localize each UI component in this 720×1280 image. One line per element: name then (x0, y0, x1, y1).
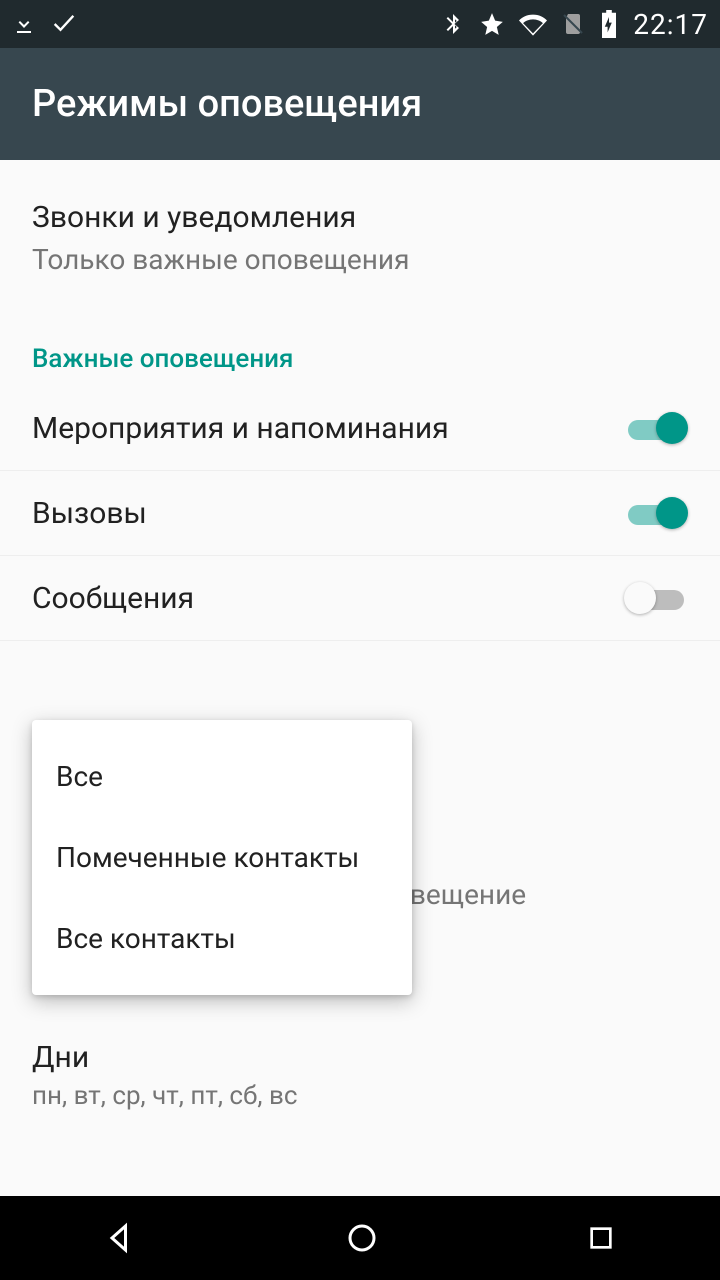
setting-title: Мероприятия и напоминания (32, 411, 449, 446)
setting-title: Вызовы (32, 496, 147, 531)
bluetooth-icon (441, 12, 465, 36)
status-bar: 22:17 (0, 0, 720, 48)
battery-charging-icon (599, 10, 619, 38)
setting-title: Звонки и уведомления (32, 200, 688, 235)
setting-days[interactable]: Дни пн, вт, ср, чт, пт, сб, вс (32, 1040, 297, 1111)
settings-list: Звонки и уведомления Только важные опове… (0, 160, 720, 641)
toggle-calls[interactable] (624, 495, 688, 531)
wifi-icon (519, 10, 547, 38)
recents-button[interactable] (585, 1222, 617, 1254)
setting-calls[interactable]: Вызовы (0, 471, 720, 556)
popup-option-all-contacts[interactable]: Все контакты (32, 898, 412, 979)
setting-messages[interactable]: Сообщения (0, 556, 720, 641)
clock-time: 22:17 (633, 8, 708, 41)
star-icon (479, 11, 505, 37)
setting-title: Сообщения (32, 581, 194, 616)
contacts-filter-popup: Все Помеченные контакты Все контакты (32, 720, 412, 995)
app-bar: Режимы оповещения (0, 48, 720, 160)
no-sim-icon (561, 12, 585, 36)
back-button[interactable] (103, 1220, 139, 1256)
setting-title: Дни (32, 1040, 297, 1075)
toggle-events[interactable] (624, 410, 688, 446)
popup-option-starred[interactable]: Помеченные контакты (32, 817, 412, 898)
download-icon (12, 12, 36, 36)
setting-calls-and-notifications[interactable]: Звонки и уведомления Только важные опове… (0, 160, 720, 304)
setting-events-reminders[interactable]: Мероприятия и напоминания (0, 386, 720, 471)
play-verified-icon (50, 10, 78, 38)
page-title: Режимы оповещения (32, 82, 422, 126)
setting-subtitle: Только важные оповещения (32, 243, 688, 276)
toggle-messages[interactable] (624, 580, 688, 616)
popup-option-all[interactable]: Все (32, 736, 412, 817)
setting-subtitle: пн, вт, ср, чт, пт, сб, вс (32, 1081, 297, 1111)
section-header-important: Важные оповещения (0, 304, 720, 386)
home-button[interactable] (344, 1220, 380, 1256)
navigation-bar (0, 1196, 720, 1280)
